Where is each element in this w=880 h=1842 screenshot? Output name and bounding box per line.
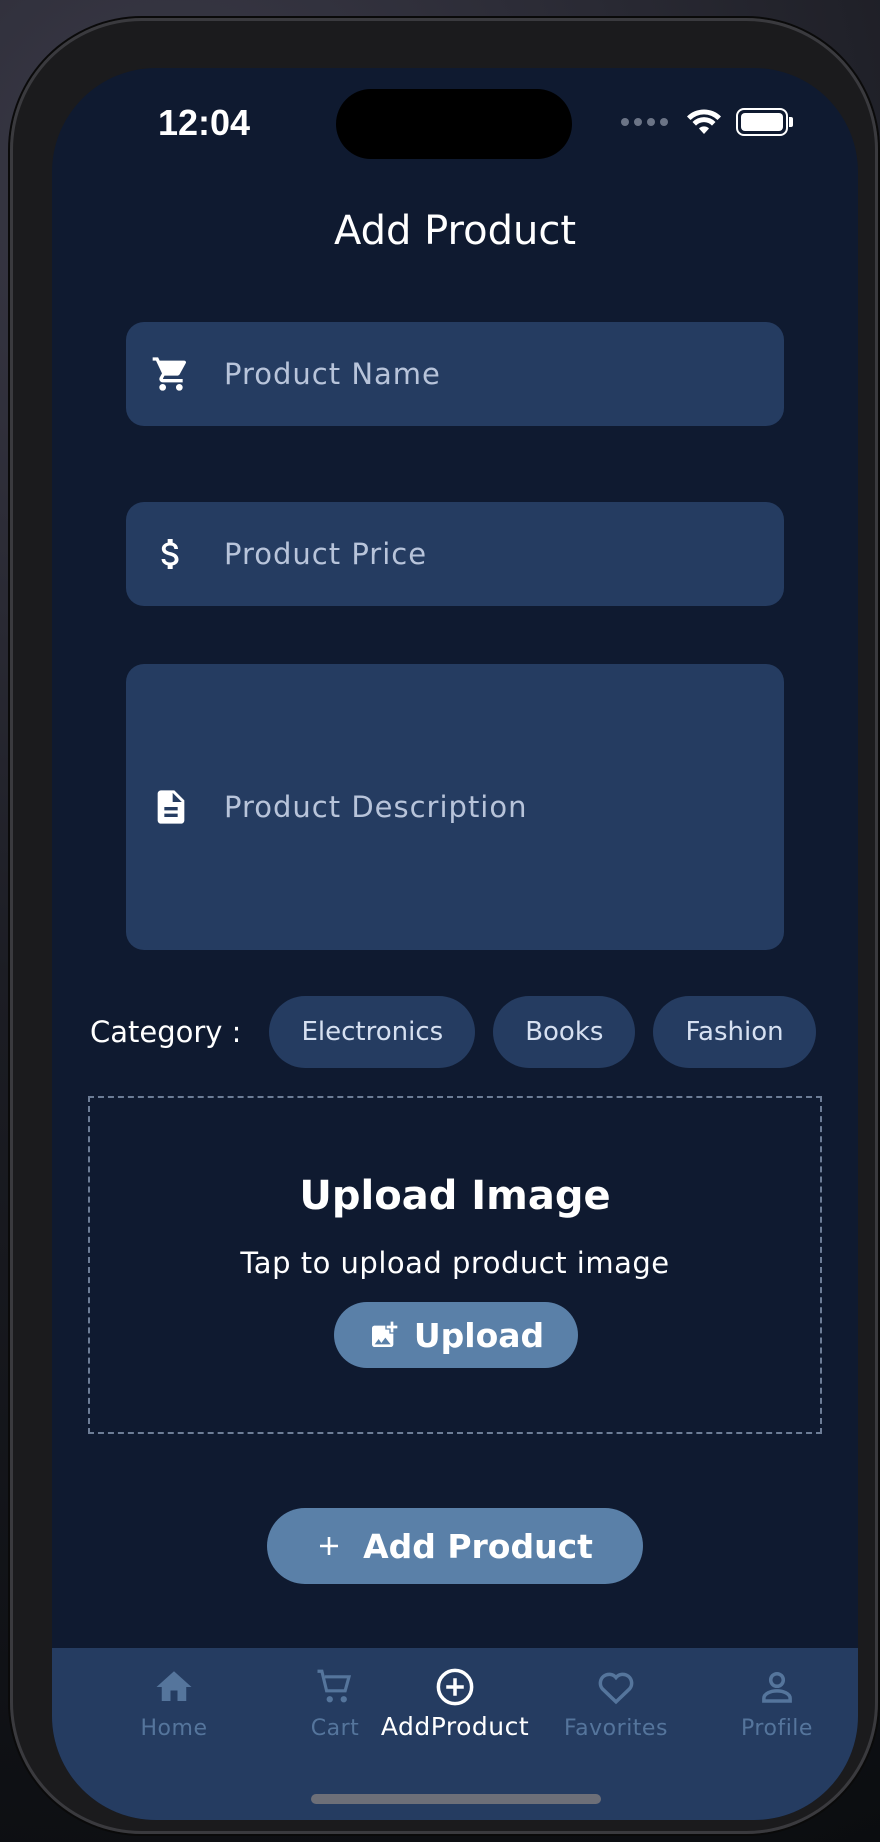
plus-icon [320, 1537, 339, 1555]
nav-label-add-product: AddProduct [380, 1712, 530, 1741]
nav-label-home: Home [140, 1716, 208, 1741]
upload-title: Upload Image [299, 1173, 611, 1219]
dollar-icon [126, 534, 216, 574]
heart-icon [598, 1672, 634, 1705]
nav-item-home[interactable]: Home [94, 1666, 254, 1741]
nav-item-add-product[interactable]: AddProduct [375, 1666, 535, 1741]
cellular-signal-icon [621, 118, 668, 126]
product-price-input[interactable] [224, 537, 744, 571]
page-title: Add Product [333, 208, 577, 254]
product-price-field[interactable] [126, 502, 784, 606]
upload-button[interactable]: Upload [334, 1302, 578, 1368]
battery-icon [736, 108, 793, 136]
category-row: Category : Electronics Books Fashion [90, 996, 816, 1068]
cart-icon [126, 354, 216, 394]
cart-icon [317, 1669, 352, 1703]
wifi-icon [687, 109, 721, 134]
category-label: Category : [90, 1015, 242, 1049]
category-chip-fashion[interactable]: Fashion [653, 996, 816, 1068]
nav-label-cart: Cart [310, 1716, 360, 1741]
product-name-field[interactable] [126, 322, 784, 426]
add-product-button-label: Add Product [363, 1526, 593, 1566]
nav-label-profile: Profile [741, 1716, 813, 1741]
upload-image-area[interactable]: Upload Image Tap to upload product image… [88, 1096, 822, 1434]
status-time: 12:04 [158, 102, 251, 143]
phone-frame: 12:04 Add Product Product Name Product P… [10, 18, 878, 1834]
category-chip-books[interactable]: Books [493, 996, 636, 1068]
add-photo-icon [371, 1321, 398, 1347]
category-chip-electronics[interactable]: Electronics [269, 996, 476, 1068]
product-name-input[interactable] [224, 357, 744, 391]
nav-item-profile[interactable]: Profile [697, 1666, 857, 1741]
dynamic-island [336, 89, 572, 159]
product-description-field[interactable] [126, 664, 784, 950]
add-circle-icon [436, 1668, 474, 1706]
upload-subtitle: Tap to upload product image [240, 1246, 670, 1280]
home-indicator [311, 1794, 601, 1804]
upload-button-label: Upload [413, 1315, 545, 1355]
status-bar: 12:04 [52, 68, 858, 178]
status-icons [621, 108, 793, 136]
person-icon [762, 1671, 792, 1703]
add-product-button[interactable]: Add Product [267, 1508, 643, 1584]
nav-label-favorites: Favorites [564, 1716, 668, 1741]
product-description-input[interactable] [224, 787, 744, 827]
app-screen: 12:04 Add Product Product Name Product P… [52, 68, 858, 1820]
document-icon [126, 787, 216, 827]
home-icon [156, 1671, 192, 1701]
nav-item-favorites[interactable]: Favorites [536, 1666, 696, 1741]
